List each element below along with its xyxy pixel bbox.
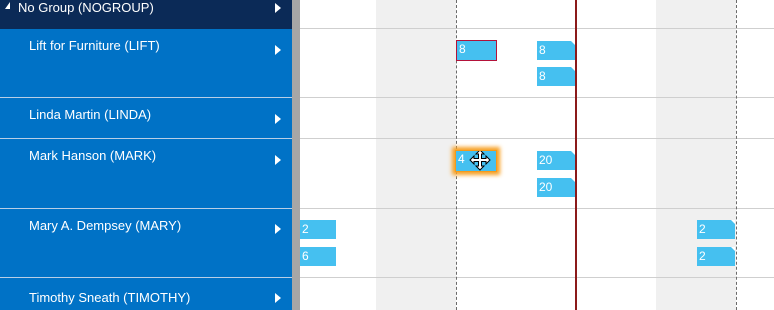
resource-label: No Group (NOGROUP) [18,0,154,15]
appointment-value: 6 [302,249,309,263]
appointment-tile[interactable]: 6 [300,247,336,266]
appointment-tile[interactable]: 2 [300,220,336,239]
resource-row-timothy[interactable]: Timothy Sneath (TIMOTHY) [0,278,292,310]
tile-notch-icon [571,178,575,182]
appointment-tile[interactable]: 20 [537,178,575,197]
appointment-tile[interactable]: 8 [537,67,575,86]
appointment-tile-dragging[interactable]: 4 [455,150,497,172]
expand-arrow-icon[interactable] [275,114,281,124]
resource-group-nogroup[interactable]: No Group (NOGROUP) [0,0,292,29]
resource-row-mark[interactable]: Mark Hanson (MARK) [0,139,292,209]
current-time-line [575,0,577,310]
resource-row-mary[interactable]: Mary A. Dempsey (MARY) [0,209,292,278]
day-divider [736,0,737,310]
panel-splitter[interactable] [292,0,300,310]
resource-label: Linda Martin (LINDA) [29,107,152,122]
resource-row-linda[interactable]: Linda Martin (LINDA) [0,98,292,139]
expand-arrow-icon[interactable] [275,293,281,303]
appointment-value: 8 [539,69,546,83]
expand-arrow-icon[interactable] [275,45,281,55]
resource-label: Lift for Furniture (LIFT) [29,38,160,53]
expand-arrow-icon[interactable] [275,155,281,165]
resource-label: Mark Hanson (MARK) [29,148,157,163]
resource-row-lift[interactable]: Lift for Furniture (LIFT) [0,29,292,98]
resource-panel: No Group (NOGROUP) Lift for Furniture (L… [0,0,292,310]
schedule-grid[interactable]: 8 8 8 4 20 20 2 6 2 2 [300,0,774,310]
tile-notch-icon [731,220,735,224]
tile-notch-icon [571,41,575,45]
appointment-value: 2 [699,249,706,263]
appointment-value: 2 [699,222,706,236]
expand-arrow-icon[interactable] [275,224,281,234]
appointment-tile[interactable]: 2 [697,247,735,266]
appointment-tile[interactable]: 8 [456,40,497,61]
appointment-value: 8 [459,42,466,56]
tile-notch-icon [731,247,735,251]
non-working-column [376,0,456,310]
appointment-value: 4 [458,152,465,166]
scheduler: No Group (NOGROUP) Lift for Furniture (L… [0,0,774,310]
row-divider [300,277,774,278]
row-divider [300,97,774,98]
appointment-tile[interactable]: 2 [697,220,735,239]
appointment-tile[interactable]: 8 [537,41,575,60]
row-divider [300,208,774,209]
appointment-value: 8 [539,43,546,57]
tile-notch-icon [571,151,575,155]
appointment-value: 2 [302,222,309,236]
appointment-value: 20 [539,153,553,167]
row-divider [300,28,774,29]
expand-arrow-icon[interactable] [275,3,281,13]
move-cursor-icon [469,151,491,171]
appointment-tile[interactable]: 20 [537,151,575,170]
resource-label: Mary A. Dempsey (MARY) [29,218,182,233]
row-divider [300,138,774,139]
appointment-value: 20 [539,180,553,194]
resource-label: Timothy Sneath (TIMOTHY) [29,290,191,305]
tile-notch-icon [571,67,575,71]
collapse-triangle-icon[interactable] [5,2,10,9]
